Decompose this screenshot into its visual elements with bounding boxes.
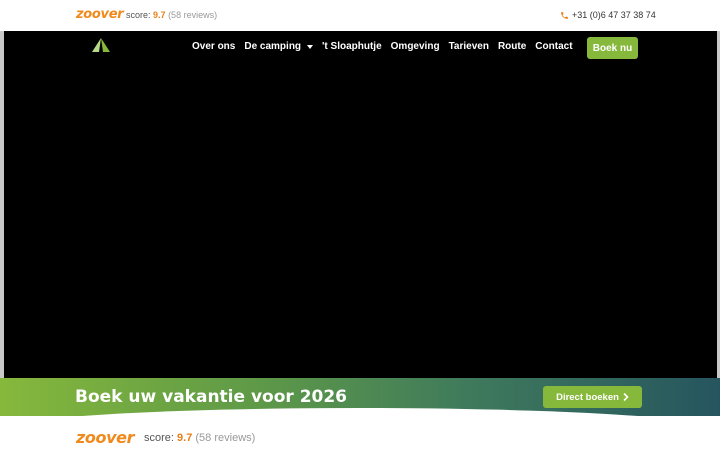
nav-label: Omgeving [390,41,440,52]
banner-wave [0,408,720,416]
booking-banner: Boek uw vakantie voor 2026 Direct boeken [0,378,720,416]
nav-contact[interactable]: Contact [535,41,572,52]
score-label: score: [144,432,174,444]
chevron-right-icon [623,393,629,401]
page: zoover score: 9.7 (58 reviews) +31 (0)6 … [0,0,720,450]
phone-link[interactable]: +31 (0)6 47 37 38 74 [560,10,656,20]
nav-label: De camping [244,41,302,52]
phone-number: +31 (0)6 47 37 38 74 [572,10,656,20]
nav-over-ons[interactable]: Over ons [192,41,235,52]
score-value: 9.7 [153,10,166,20]
score-label: score: [126,10,151,20]
zoover-logo[interactable]: zoover [76,7,124,22]
direct-book-button[interactable]: Direct boeken [543,386,642,408]
score-value: 9.7 [177,432,193,444]
top-bar: zoover score: 9.7 (58 reviews) +31 (0)6 … [0,0,720,31]
banner-title: Boek uw vakantie voor 2026 [75,387,348,407]
nav-label: Route [497,41,527,52]
zoover-logo-large[interactable]: zoover [76,428,134,447]
chevron-down-icon [307,44,314,49]
nav-label: Contact [535,41,573,52]
main-nav: Over ons De camping 't Sloaphutje Omgevi… [192,41,582,52]
nav-de-camping[interactable]: De camping [244,41,314,52]
direct-book-label: Direct boeken [556,391,619,403]
hero-video[interactable] [4,31,717,380]
nav-label: Over ons [192,41,236,52]
nav-label: 't Sloaphutje [322,41,382,52]
zoover-score[interactable]: score: 9.7 (58 reviews) [126,10,217,20]
nav-label: Tarieven [448,41,489,52]
tent-icon[interactable] [92,38,110,52]
review-count: (58 reviews) [168,10,218,20]
phone-icon [561,11,568,19]
nav-tarieven[interactable]: Tarieven [449,41,489,52]
book-now-button[interactable]: Boek nu [587,37,638,59]
nav-sloaphutje[interactable]: 't Sloaphutje [322,41,382,52]
zoover-score-large[interactable]: score: 9.7 (58 reviews) [144,432,255,444]
review-count: (58 reviews) [195,432,256,444]
nav-route[interactable]: Route [498,41,526,52]
nav-omgeving[interactable]: Omgeving [391,41,440,52]
